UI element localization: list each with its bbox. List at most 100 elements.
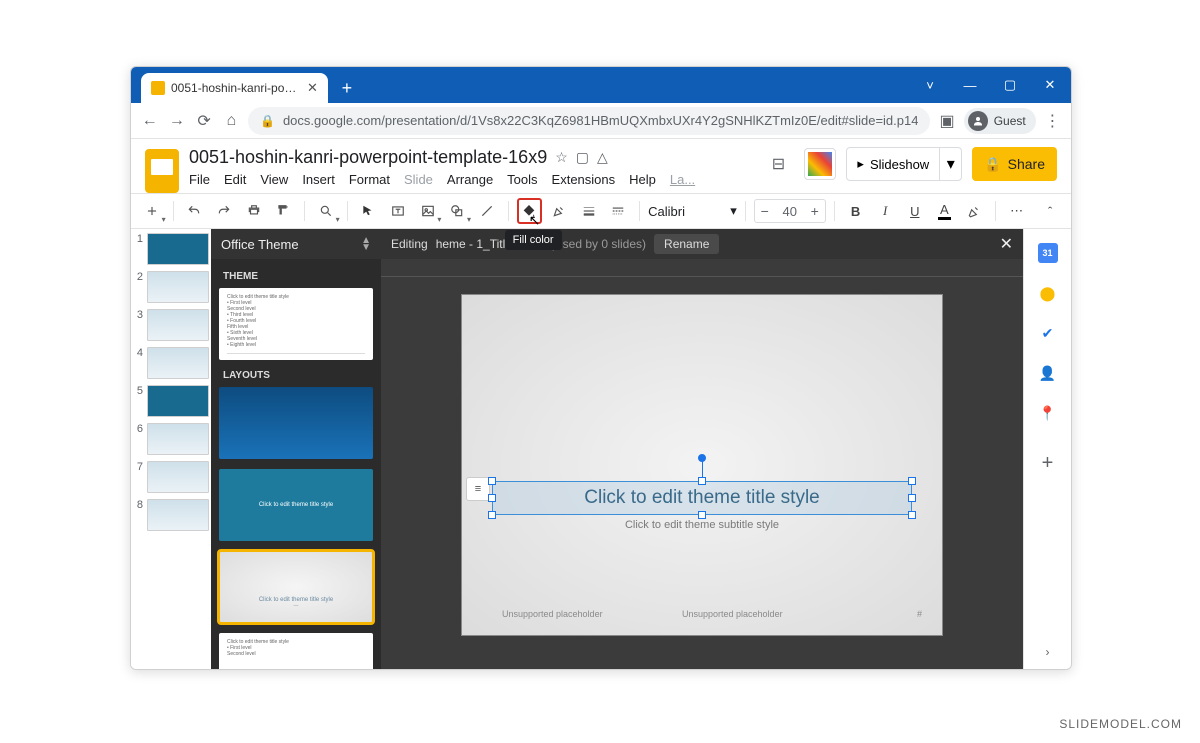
- extensions-button[interactable]: ▣: [936, 108, 957, 134]
- menu-help[interactable]: Help: [629, 172, 656, 187]
- editor-area: Editing heme - 1_Title Slide (Used by 0 …: [381, 229, 1023, 669]
- border-weight-button[interactable]: [576, 198, 602, 224]
- close-editor-icon[interactable]: ✕: [1000, 234, 1013, 254]
- subtitle-placeholder[interactable]: Click to edit theme subtitle style: [492, 519, 912, 531]
- underline-button[interactable]: U: [902, 198, 928, 224]
- print-button[interactable]: [241, 198, 267, 224]
- meet-button[interactable]: [804, 148, 836, 180]
- canvas-wrap[interactable]: ≡ Click to edit theme title style: [381, 277, 1023, 669]
- url-field[interactable]: 🔒 docs.google.com/presentation/d/1Vs8x22…: [248, 107, 930, 135]
- maximize-button[interactable]: ▢: [991, 70, 1029, 100]
- menu-slide[interactable]: Slide: [404, 172, 433, 187]
- new-tab-button[interactable]: +: [334, 75, 360, 101]
- select-tool[interactable]: [356, 198, 382, 224]
- slide-thumbnail[interactable]: [147, 271, 209, 303]
- text-color-button[interactable]: A: [932, 198, 958, 224]
- zoom-button[interactable]: [313, 198, 339, 224]
- slide-thumbnail[interactable]: [147, 461, 209, 493]
- slides-logo-icon[interactable]: [145, 149, 179, 193]
- theme-master-thumb[interactable]: Click to edit theme title style • First …: [219, 288, 373, 360]
- image-tool[interactable]: [415, 198, 441, 224]
- share-button[interactable]: 🔒 Share: [972, 147, 1057, 181]
- slide-thumbnail[interactable]: [147, 233, 209, 265]
- reload-button[interactable]: ⟳: [194, 108, 215, 134]
- move-icon[interactable]: ▢: [576, 149, 589, 166]
- slideshow-dropdown[interactable]: ▾: [939, 148, 961, 180]
- close-window-button[interactable]: ✕: [1031, 70, 1069, 100]
- browser-tab[interactable]: 0051-hoshin-kanri-powerpoint-t ✕: [141, 73, 328, 103]
- border-color-button[interactable]: [546, 198, 572, 224]
- url-text: docs.google.com/presentation/d/1Vs8x22C3…: [283, 113, 919, 128]
- menu-insert[interactable]: Insert: [302, 172, 335, 187]
- guest-profile-chip[interactable]: Guest: [964, 108, 1036, 134]
- calendar-icon[interactable]: 31: [1038, 243, 1058, 263]
- add-addon-button[interactable]: +: [1038, 453, 1058, 473]
- more-tools-button[interactable]: ⋯: [1004, 198, 1030, 224]
- comments-button[interactable]: ⊟: [762, 148, 794, 180]
- horizontal-ruler[interactable]: [381, 259, 1023, 277]
- thumb-num: 3: [133, 309, 143, 321]
- title-placeholder[interactable]: Click to edit theme title style: [492, 481, 912, 515]
- italic-button[interactable]: I: [872, 198, 898, 224]
- theme-switcher[interactable]: ▲▼: [361, 237, 371, 251]
- layout-thumb[interactable]: Click to edit theme title style • First …: [219, 633, 373, 669]
- line-tool[interactable]: [474, 198, 500, 224]
- layout-thumb-selected[interactable]: Click to edit theme title style —: [219, 551, 373, 623]
- menu-file[interactable]: File: [189, 172, 210, 187]
- menu-tools[interactable]: Tools: [507, 172, 537, 187]
- menu-extensions[interactable]: Extensions: [552, 172, 616, 187]
- border-dash-button[interactable]: [606, 198, 632, 224]
- slides-body: 1 2 3 4 5 6 7 8 Office Theme ▲▼ THEME Cl…: [131, 229, 1071, 669]
- maps-icon[interactable]: 📍: [1038, 403, 1058, 423]
- font-size-value[interactable]: 40: [775, 204, 805, 219]
- keep-icon[interactable]: ⬤: [1038, 283, 1058, 303]
- textbox-tool[interactable]: [385, 198, 411, 224]
- menu-format[interactable]: Format: [349, 172, 390, 187]
- star-icon[interactable]: ☆: [555, 149, 568, 166]
- slide-thumbnail[interactable]: [147, 309, 209, 341]
- cloud-status-icon[interactable]: △: [597, 149, 608, 166]
- paint-format-button[interactable]: [270, 198, 296, 224]
- document-title[interactable]: 0051-hoshin-kanri-powerpoint-template-16…: [189, 147, 547, 168]
- new-slide-button[interactable]: [139, 198, 165, 224]
- shape-tool[interactable]: [444, 198, 470, 224]
- font-select[interactable]: Calibri ▾: [648, 203, 737, 219]
- redo-button[interactable]: [211, 198, 237, 224]
- contacts-icon[interactable]: 👤: [1038, 363, 1058, 383]
- slideshow-group: ▸ Slideshow ▾: [846, 147, 962, 181]
- undo-button[interactable]: [182, 198, 208, 224]
- rename-button[interactable]: Rename: [654, 234, 719, 254]
- tab-search-button[interactable]: ˅: [911, 70, 949, 100]
- layout-thumb[interactable]: Click to edit theme title style: [219, 469, 373, 541]
- lock-icon: 🔒: [260, 114, 275, 128]
- decrease-font-size[interactable]: −: [755, 203, 775, 219]
- alignment-badge[interactable]: ≡: [466, 477, 490, 501]
- highlight-color-button[interactable]: [961, 198, 987, 224]
- menu-last-edit[interactable]: La...: [670, 172, 695, 187]
- thumb-num: 4: [133, 347, 143, 359]
- collapse-toolbar-button[interactable]: ˆ: [1037, 198, 1063, 224]
- increase-font-size[interactable]: +: [805, 203, 825, 219]
- tasks-icon[interactable]: ✔: [1038, 323, 1058, 343]
- slide-thumbnail-rail[interactable]: 1 2 3 4 5 6 7 8: [131, 229, 211, 669]
- forward-button[interactable]: →: [166, 108, 187, 134]
- home-button[interactable]: ⌂: [221, 108, 242, 134]
- slides-header: 0051-hoshin-kanri-powerpoint-template-16…: [131, 139, 1071, 193]
- menu-arrange[interactable]: Arrange: [447, 172, 493, 187]
- fill-color-button[interactable]: ↖ Fill color: [517, 198, 543, 224]
- slide-thumbnail[interactable]: [147, 423, 209, 455]
- menu-view[interactable]: View: [260, 172, 288, 187]
- slide-thumbnail[interactable]: [147, 347, 209, 379]
- minimize-button[interactable]: —: [951, 70, 989, 100]
- slideshow-button[interactable]: ▸ Slideshow: [847, 148, 939, 180]
- slide-thumbnail[interactable]: [147, 385, 209, 417]
- close-tab-icon[interactable]: ✕: [307, 80, 318, 96]
- slide-canvas[interactable]: ≡ Click to edit theme title style: [462, 295, 942, 635]
- bold-button[interactable]: B: [843, 198, 869, 224]
- collapse-side-panel[interactable]: ›: [1046, 645, 1050, 659]
- layout-thumb[interactable]: [219, 387, 373, 459]
- slide-thumbnail[interactable]: [147, 499, 209, 531]
- menu-edit[interactable]: Edit: [224, 172, 246, 187]
- chrome-menu-button[interactable]: ⋮: [1042, 108, 1063, 134]
- back-button[interactable]: ←: [139, 108, 160, 134]
